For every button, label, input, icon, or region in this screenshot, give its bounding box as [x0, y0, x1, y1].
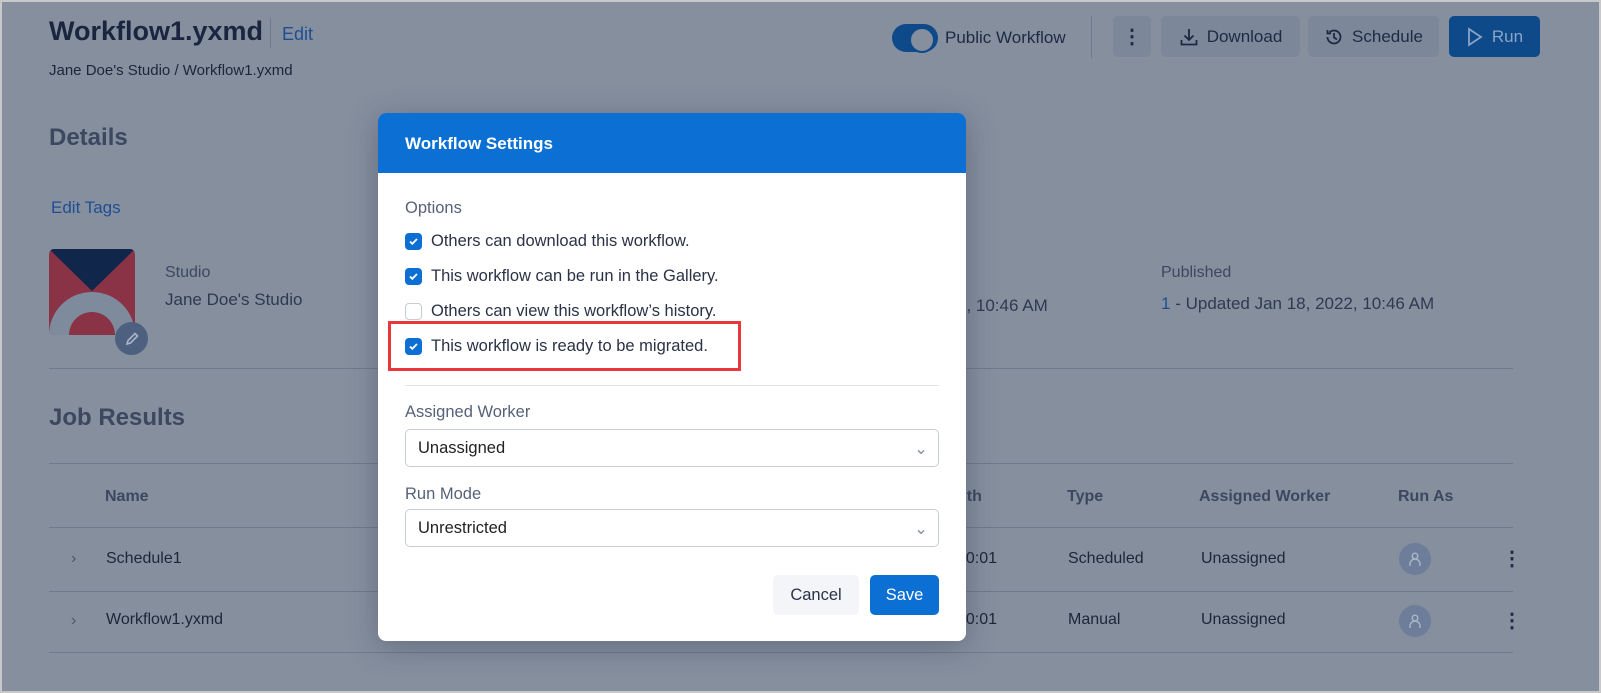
option-checkbox-row[interactable]: Others can view this workflow’s history.	[405, 302, 716, 321]
page-title: Workflow1.yxmd	[49, 16, 264, 46]
row-type: Scheduled	[1068, 550, 1144, 567]
run-mode-select[interactable]: Unrestricted ⌄	[405, 509, 939, 547]
download-button[interactable]: Download	[1161, 16, 1300, 57]
user-avatar-icon	[1399, 543, 1431, 575]
more-options-button[interactable]: ⋮	[1113, 16, 1151, 57]
row-menu-icon[interactable]: ⋮	[1502, 608, 1522, 633]
option-label: This workflow can be run in the Gallery.	[431, 267, 719, 285]
published-version-link[interactable]: 1	[1161, 294, 1170, 313]
created-date-partial: 2, 10:46 AM	[957, 296, 1048, 315]
workflow-settings-dialog: Workflow Settings Options Others can dow…	[378, 113, 966, 641]
edit-thumbnail-button[interactable]	[115, 322, 148, 355]
run-mode-label: Run Mode	[405, 485, 482, 503]
workflow-thumbnail	[49, 249, 135, 335]
public-workflow-toggle[interactable]	[892, 24, 938, 53]
row-name: Workflow1.yxmd	[106, 611, 224, 628]
checkbox[interactable]	[405, 303, 422, 320]
breadcrumb-workflow[interactable]: Workflow1.yxmd	[183, 62, 293, 79]
chevron-down-icon: ⌄	[914, 520, 928, 538]
details-heading: Details	[49, 124, 128, 151]
column-header-assigned-worker[interactable]: Assigned Worker	[1199, 488, 1330, 506]
play-icon	[1468, 26, 1483, 47]
kebab-icon: ⋮	[1122, 26, 1142, 48]
column-header-type[interactable]: Type	[1067, 488, 1103, 506]
schedule-button[interactable]: Schedule	[1308, 16, 1439, 57]
option-label: Others can view this workflow’s history.	[431, 302, 717, 320]
expand-chevron-icon[interactable]: ›	[71, 612, 76, 630]
page: Workflow1.yxmd Edit Jane Doe's Studio / …	[0, 0, 1601, 693]
edit-title-link[interactable]: Edit	[282, 24, 313, 45]
run-button[interactable]: Run	[1449, 16, 1540, 57]
assigned-worker-value: Unassigned	[418, 439, 506, 457]
published-label: Published	[1161, 264, 1232, 281]
breadcrumb-sep: /	[174, 62, 179, 79]
history-icon	[1326, 29, 1342, 44]
published-value: 1 - Updated Jan 18, 2022, 10:46 AM	[1161, 294, 1434, 314]
column-header-run-as[interactable]: Run As	[1398, 488, 1453, 506]
column-header-name[interactable]: Name	[105, 488, 149, 506]
studio-value: Jane Doe's Studio	[165, 290, 303, 309]
breadcrumb-studio[interactable]: Jane Doe's Studio	[49, 62, 170, 79]
chevron-down-icon: ⌄	[914, 440, 928, 458]
dialog-title: Workflow Settings	[378, 113, 966, 173]
breadcrumb: Jane Doe's Studio / Workflow1.yxmd	[49, 62, 293, 79]
highlight-box	[388, 321, 741, 371]
public-workflow-label: Public Workflow	[945, 28, 1066, 47]
row-worker: Unassigned	[1201, 611, 1286, 628]
option-checkbox-row[interactable]: This workflow can be run in the Gallery.	[405, 267, 719, 286]
row-type: Manual	[1068, 611, 1121, 628]
schedule-label: Schedule	[1352, 26, 1423, 46]
assigned-worker-select[interactable]: Unassigned ⌄	[405, 429, 939, 467]
divider	[49, 652, 1513, 653]
pencil-icon	[125, 331, 139, 345]
run-mode-value: Unrestricted	[418, 519, 507, 537]
row-name: Schedule1	[106, 550, 182, 567]
divider	[270, 18, 271, 48]
cancel-button[interactable]: Cancel	[773, 575, 859, 615]
published-updated: - Updated Jan 18, 2022, 10:46 AM	[1175, 294, 1435, 313]
expand-chevron-icon[interactable]: ›	[71, 550, 76, 568]
row-worker: Unassigned	[1201, 550, 1286, 567]
row-menu-icon[interactable]: ⋮	[1502, 546, 1522, 571]
divider	[405, 385, 939, 386]
run-label: Run	[1491, 26, 1524, 46]
checkbox[interactable]	[405, 233, 422, 250]
assigned-worker-label: Assigned Worker	[405, 403, 531, 421]
option-checkbox-row[interactable]: Others can download this workflow.	[405, 232, 690, 251]
user-avatar-icon	[1399, 605, 1431, 637]
edit-tags-link[interactable]: Edit Tags	[51, 198, 121, 218]
job-results-heading: Job Results	[49, 404, 186, 431]
option-label: Others can download this workflow.	[431, 232, 690, 250]
download-icon	[1180, 28, 1198, 45]
divider	[1091, 16, 1092, 58]
checkbox[interactable]	[405, 268, 422, 285]
studio-label: Studio	[165, 264, 211, 281]
save-button[interactable]: Save	[870, 575, 939, 615]
download-label: Download	[1206, 26, 1283, 46]
options-label: Options	[405, 199, 462, 217]
